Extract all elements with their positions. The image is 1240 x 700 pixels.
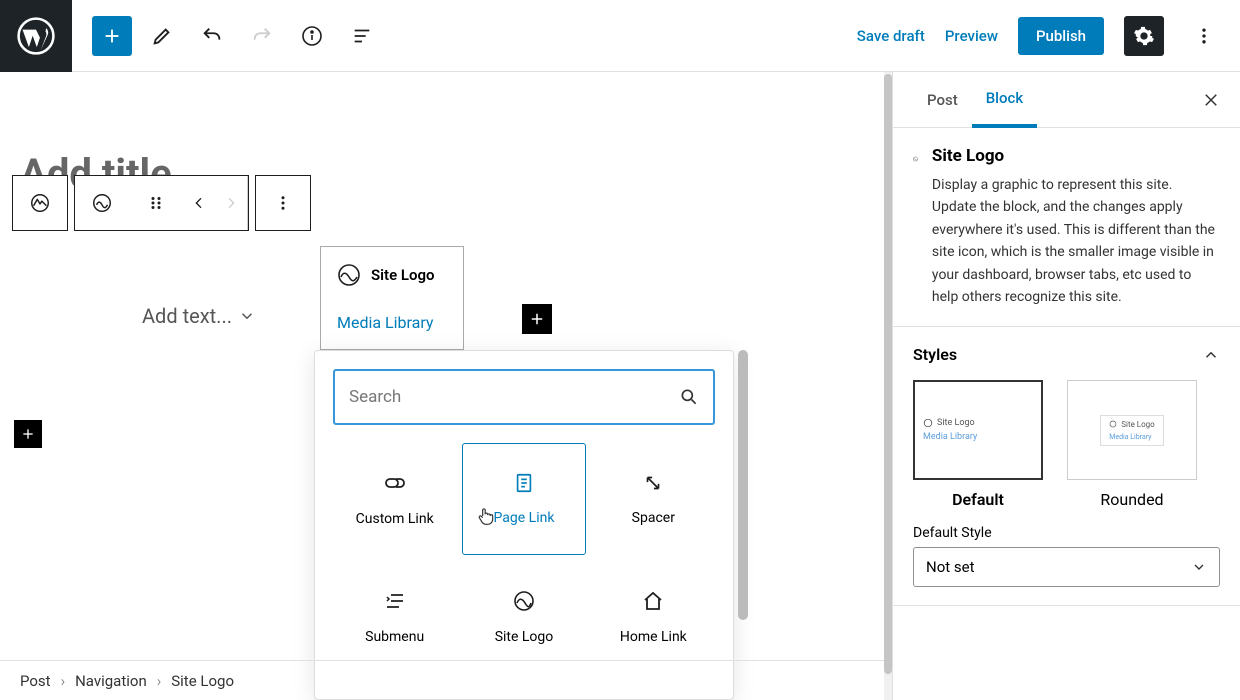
default-style-label: Default Style xyxy=(913,525,1220,541)
block-type-icon xyxy=(913,146,918,172)
breadcrumb: Post › Navigation › Site Logo xyxy=(0,660,884,700)
preview-button[interactable]: Preview xyxy=(945,27,998,45)
wordpress-logo[interactable] xyxy=(0,0,72,72)
chevron-down-icon xyxy=(1191,559,1207,575)
tab-post[interactable]: Post xyxy=(913,72,972,127)
default-style-select[interactable]: Not set xyxy=(913,547,1220,587)
block-type-icon[interactable] xyxy=(75,176,129,230)
chevron-up-icon xyxy=(1202,346,1220,364)
undo-icon[interactable] xyxy=(192,16,232,56)
list-view-icon[interactable] xyxy=(342,16,382,56)
style-option-rounded[interactable]: Site Logo Media Library Rounded xyxy=(1067,380,1197,509)
block-option-spacer[interactable]: Spacer xyxy=(592,443,715,555)
block-more-icon[interactable] xyxy=(256,176,310,230)
page-icon xyxy=(513,472,535,494)
breadcrumb-item[interactable]: Post xyxy=(20,672,51,690)
block-option-custom-link[interactable]: Custom Link xyxy=(333,443,456,555)
site-logo-title: Site Logo xyxy=(371,266,435,284)
info-icon[interactable] xyxy=(292,16,332,56)
spacer-icon xyxy=(642,472,664,494)
block-search-input[interactable]: Search xyxy=(333,369,715,425)
styles-panel-toggle[interactable]: Styles xyxy=(913,345,1220,364)
add-block-button[interactable] xyxy=(92,16,132,56)
block-option-home-link[interactable]: Home Link xyxy=(592,561,715,673)
submenu-icon xyxy=(383,589,407,613)
settings-button[interactable] xyxy=(1124,16,1164,56)
add-text-button[interactable]: Add text... xyxy=(142,304,256,328)
block-option-submenu[interactable]: Submenu xyxy=(333,561,456,673)
inserter-scrollbar[interactable] xyxy=(738,350,748,620)
search-icon xyxy=(679,387,699,407)
tab-block[interactable]: Block xyxy=(972,73,1037,128)
block-option-site-logo[interactable]: Site Logo xyxy=(462,561,585,673)
block-title: Site Logo xyxy=(932,146,1220,166)
drag-handle-icon[interactable] xyxy=(129,176,183,230)
site-logo-block[interactable]: Site Logo Media Library xyxy=(320,246,464,350)
save-draft-button[interactable]: Save draft xyxy=(857,27,925,45)
more-options-icon[interactable] xyxy=(1184,16,1224,56)
move-right-icon xyxy=(215,176,247,230)
breadcrumb-item[interactable]: Navigation xyxy=(75,672,147,690)
move-left-icon[interactable] xyxy=(183,176,215,230)
block-toolbar xyxy=(12,175,311,231)
block-inserter-popover: Search Custom Link Page Link Spacer xyxy=(314,350,734,700)
breadcrumb-item[interactable]: Site Logo xyxy=(171,672,234,690)
publish-button[interactable]: Publish xyxy=(1018,17,1104,55)
append-block-button[interactable] xyxy=(14,420,42,448)
logo-icon xyxy=(512,589,536,613)
inline-inserter-button[interactable] xyxy=(522,304,552,334)
block-option-page-link[interactable]: Page Link xyxy=(462,443,585,555)
canvas-scrollbar[interactable] xyxy=(884,74,892,674)
media-library-link[interactable]: Media Library xyxy=(337,313,447,332)
block-description: Display a graphic to represent this site… xyxy=(932,174,1220,308)
edit-tool-icon[interactable] xyxy=(142,16,182,56)
parent-block-icon[interactable] xyxy=(13,176,67,230)
redo-icon xyxy=(242,16,282,56)
close-sidebar-icon[interactable] xyxy=(1202,91,1220,109)
style-option-default[interactable]: Site Logo Media Library Default xyxy=(913,380,1043,509)
link-icon xyxy=(383,471,407,495)
home-icon xyxy=(641,589,665,613)
